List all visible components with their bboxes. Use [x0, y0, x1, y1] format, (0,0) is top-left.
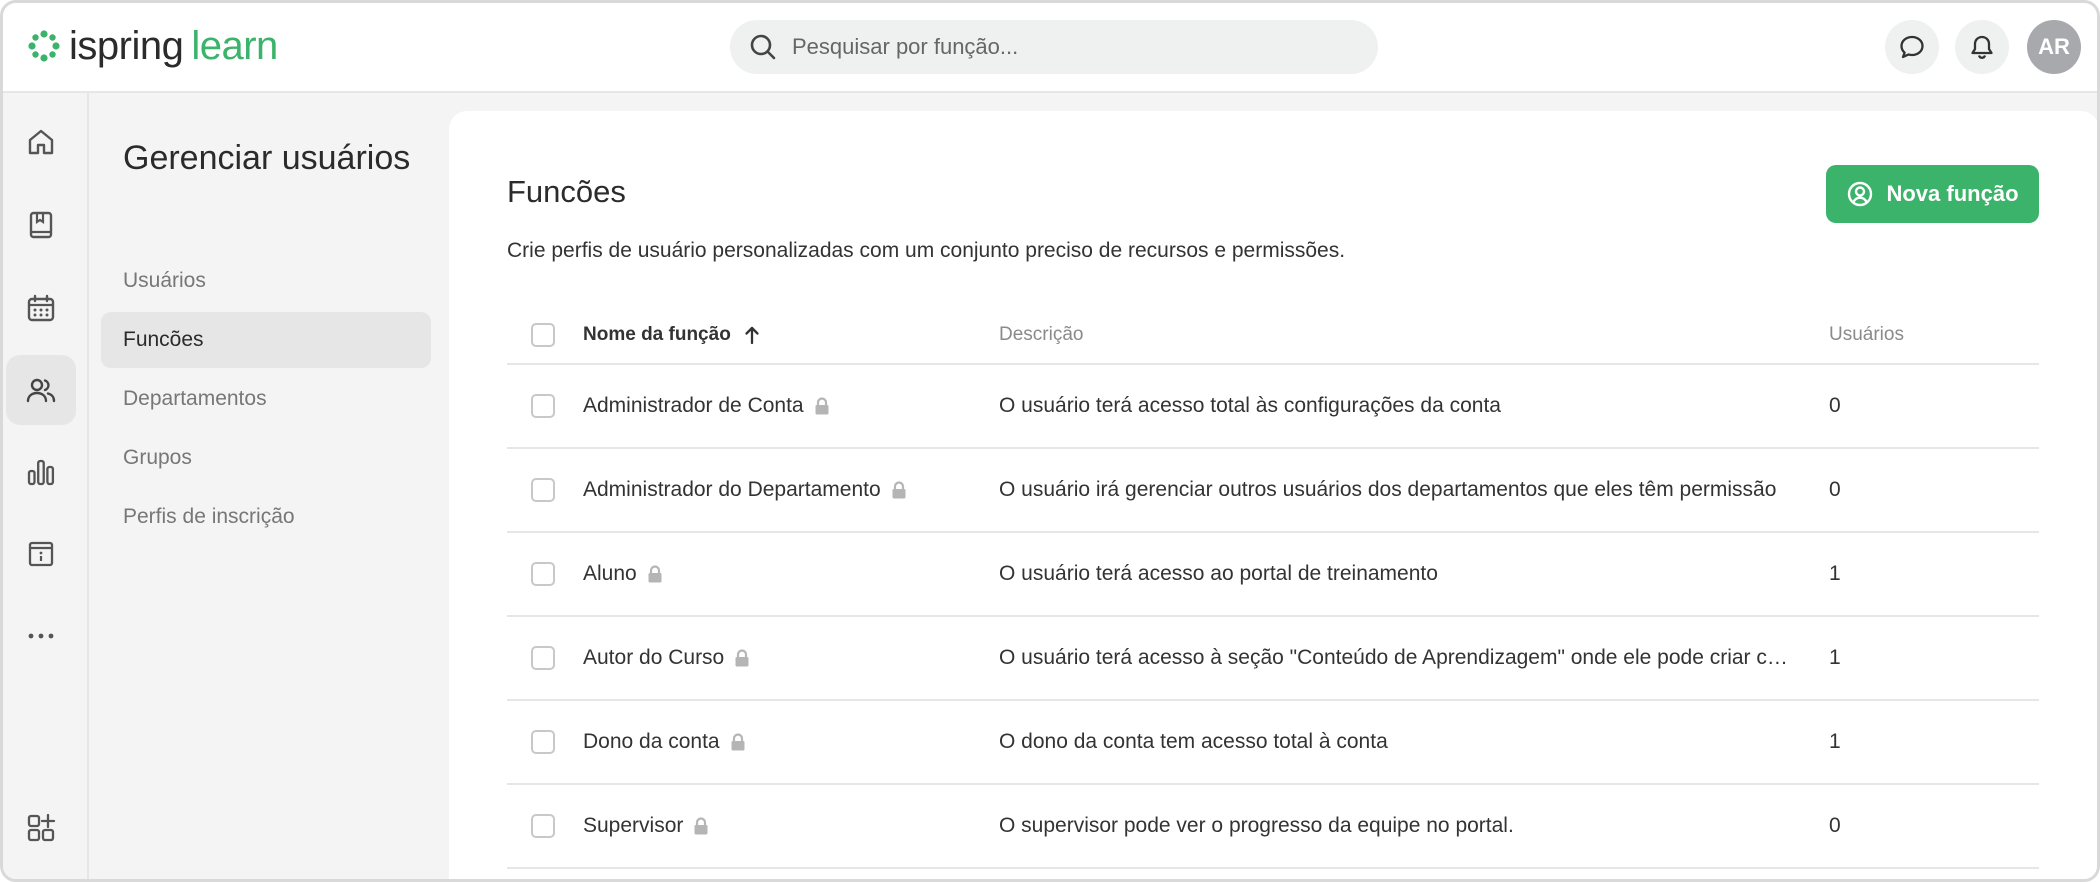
main-content: Funcões Crie perfis de usuário personali…	[449, 111, 2097, 879]
new-role-button[interactable]: Nova função	[1826, 165, 2039, 223]
role-users-count: 0	[1829, 394, 1841, 417]
info-box-icon	[28, 541, 54, 567]
role-description: O usuário terá acesso ao portal de trein…	[999, 562, 1438, 585]
row-checkbox[interactable]	[531, 814, 555, 838]
role-users-count: 1	[1829, 646, 1841, 669]
rail-info[interactable]	[6, 519, 76, 589]
page-subtitle: Crie perfis de usuário personalizadas co…	[507, 239, 1346, 262]
subnav-item-perfis-inscricao[interactable]: Perfis de inscrição	[101, 489, 431, 545]
secondary-sidebar: Gerenciar usuários Usuários Funcões Depa…	[91, 93, 435, 879]
users-icon	[26, 378, 56, 403]
row-checkbox[interactable]	[531, 394, 555, 418]
more-icon	[28, 633, 54, 639]
notifications-button[interactable]	[1955, 20, 2009, 74]
rail-apps[interactable]	[6, 793, 76, 863]
home-icon	[28, 129, 54, 155]
logo-text-primary: ispring	[69, 24, 184, 68]
role-description: O usuário terá acesso total às configura…	[999, 394, 1501, 417]
lock-icon	[891, 480, 907, 500]
column-header-description[interactable]: Descrição	[999, 324, 1799, 346]
new-role-button-label: Nova função	[1886, 181, 2019, 206]
table-row[interactable]: Administrador do Departamento O usuário …	[507, 449, 2039, 533]
subnav-item-usuarios[interactable]: Usuários	[101, 253, 431, 309]
subnav-item-grupos[interactable]: Grupos	[101, 430, 431, 486]
lock-icon	[647, 564, 663, 584]
icon-rail	[3, 93, 89, 879]
column-header-name[interactable]: Nome da função	[583, 324, 761, 346]
role-description: O dono da conta tem acesso total à conta	[999, 730, 1388, 753]
calendar-icon	[27, 294, 55, 322]
app-window: ispringlearn AR	[0, 0, 2100, 882]
rail-learning[interactable]	[6, 190, 76, 260]
page-title: Funcões	[507, 174, 626, 209]
lock-icon	[814, 396, 830, 416]
user-circle-icon	[1848, 181, 1873, 207]
rail-reports[interactable]	[6, 437, 76, 507]
chat-bubble-icon	[1900, 35, 1924, 59]
rail-calendar[interactable]	[6, 273, 76, 343]
subnav-item-departamentos[interactable]: Departamentos	[101, 371, 431, 427]
top-bar: ispringlearn AR	[3, 3, 2097, 93]
role-name: Administrador de Conta	[583, 394, 804, 417]
column-header-name-label: Nome da função	[583, 324, 731, 345]
role-description: O usuário terá acesso à seção "Conteúdo …	[999, 646, 1799, 669]
table-header: Nome da função Descrição Usuários	[507, 307, 2039, 365]
rail-more[interactable]	[6, 601, 76, 671]
sort-ascending-icon	[743, 325, 761, 345]
role-name: Administrador do Departamento	[583, 478, 881, 501]
book-icon	[29, 211, 53, 239]
role-name: Dono da conta	[583, 730, 720, 753]
role-name: Autor do Curso	[583, 646, 725, 669]
logo-text-secondary: learn	[191, 24, 278, 68]
logo[interactable]: ispring learn	[27, 23, 278, 69]
add-apps-icon	[27, 813, 56, 842]
section-title: Gerenciar usuários	[123, 139, 411, 177]
table-row[interactable]: Autor do Curso O usuário terá acesso à s…	[507, 617, 2039, 701]
column-header-users[interactable]: Usuários	[1829, 324, 1904, 346]
lock-icon	[693, 816, 709, 836]
role-users-count: 0	[1829, 478, 1841, 501]
lock-icon	[730, 732, 746, 752]
search-icon	[750, 34, 776, 60]
role-name: Aluno	[583, 562, 637, 585]
select-all-checkbox[interactable]	[531, 323, 555, 347]
logo-icon	[28, 30, 60, 62]
table-row[interactable]: Supervisor O supervisor pode ver o progr…	[507, 785, 2039, 869]
bell-icon	[1971, 35, 1993, 59]
row-checkbox[interactable]	[531, 562, 555, 586]
roles-table: Nome da função Descrição Usuários Admini…	[507, 307, 2039, 869]
rail-home[interactable]	[6, 107, 76, 177]
role-description: O usuário irá gerenciar outros usuários …	[999, 478, 1777, 501]
role-name: Supervisor	[583, 814, 684, 837]
row-checkbox[interactable]	[531, 646, 555, 670]
role-users-count: 1	[1829, 730, 1841, 753]
role-users-count: 0	[1829, 814, 1841, 837]
search-box[interactable]	[730, 20, 1378, 74]
search-input[interactable]	[792, 34, 1352, 60]
chat-button[interactable]	[1885, 20, 1939, 74]
lock-icon	[734, 648, 750, 668]
avatar[interactable]: AR	[2027, 20, 2081, 74]
table-row[interactable]: Administrador de Conta O usuário terá ac…	[507, 365, 2039, 449]
row-checkbox[interactable]	[531, 478, 555, 502]
table-row[interactable]: Dono da conta O dono da conta tem acesso…	[507, 701, 2039, 785]
table-row[interactable]: Aluno O usuário terá acesso ao portal de…	[507, 533, 2039, 617]
rail-users[interactable]	[6, 355, 76, 425]
bar-chart-icon	[27, 459, 55, 486]
role-description: O supervisor pode ver o progresso da equ…	[999, 814, 1514, 837]
role-users-count: 1	[1829, 562, 1841, 585]
subnav-item-funcoes[interactable]: Funcões	[101, 312, 431, 368]
row-checkbox[interactable]	[531, 730, 555, 754]
